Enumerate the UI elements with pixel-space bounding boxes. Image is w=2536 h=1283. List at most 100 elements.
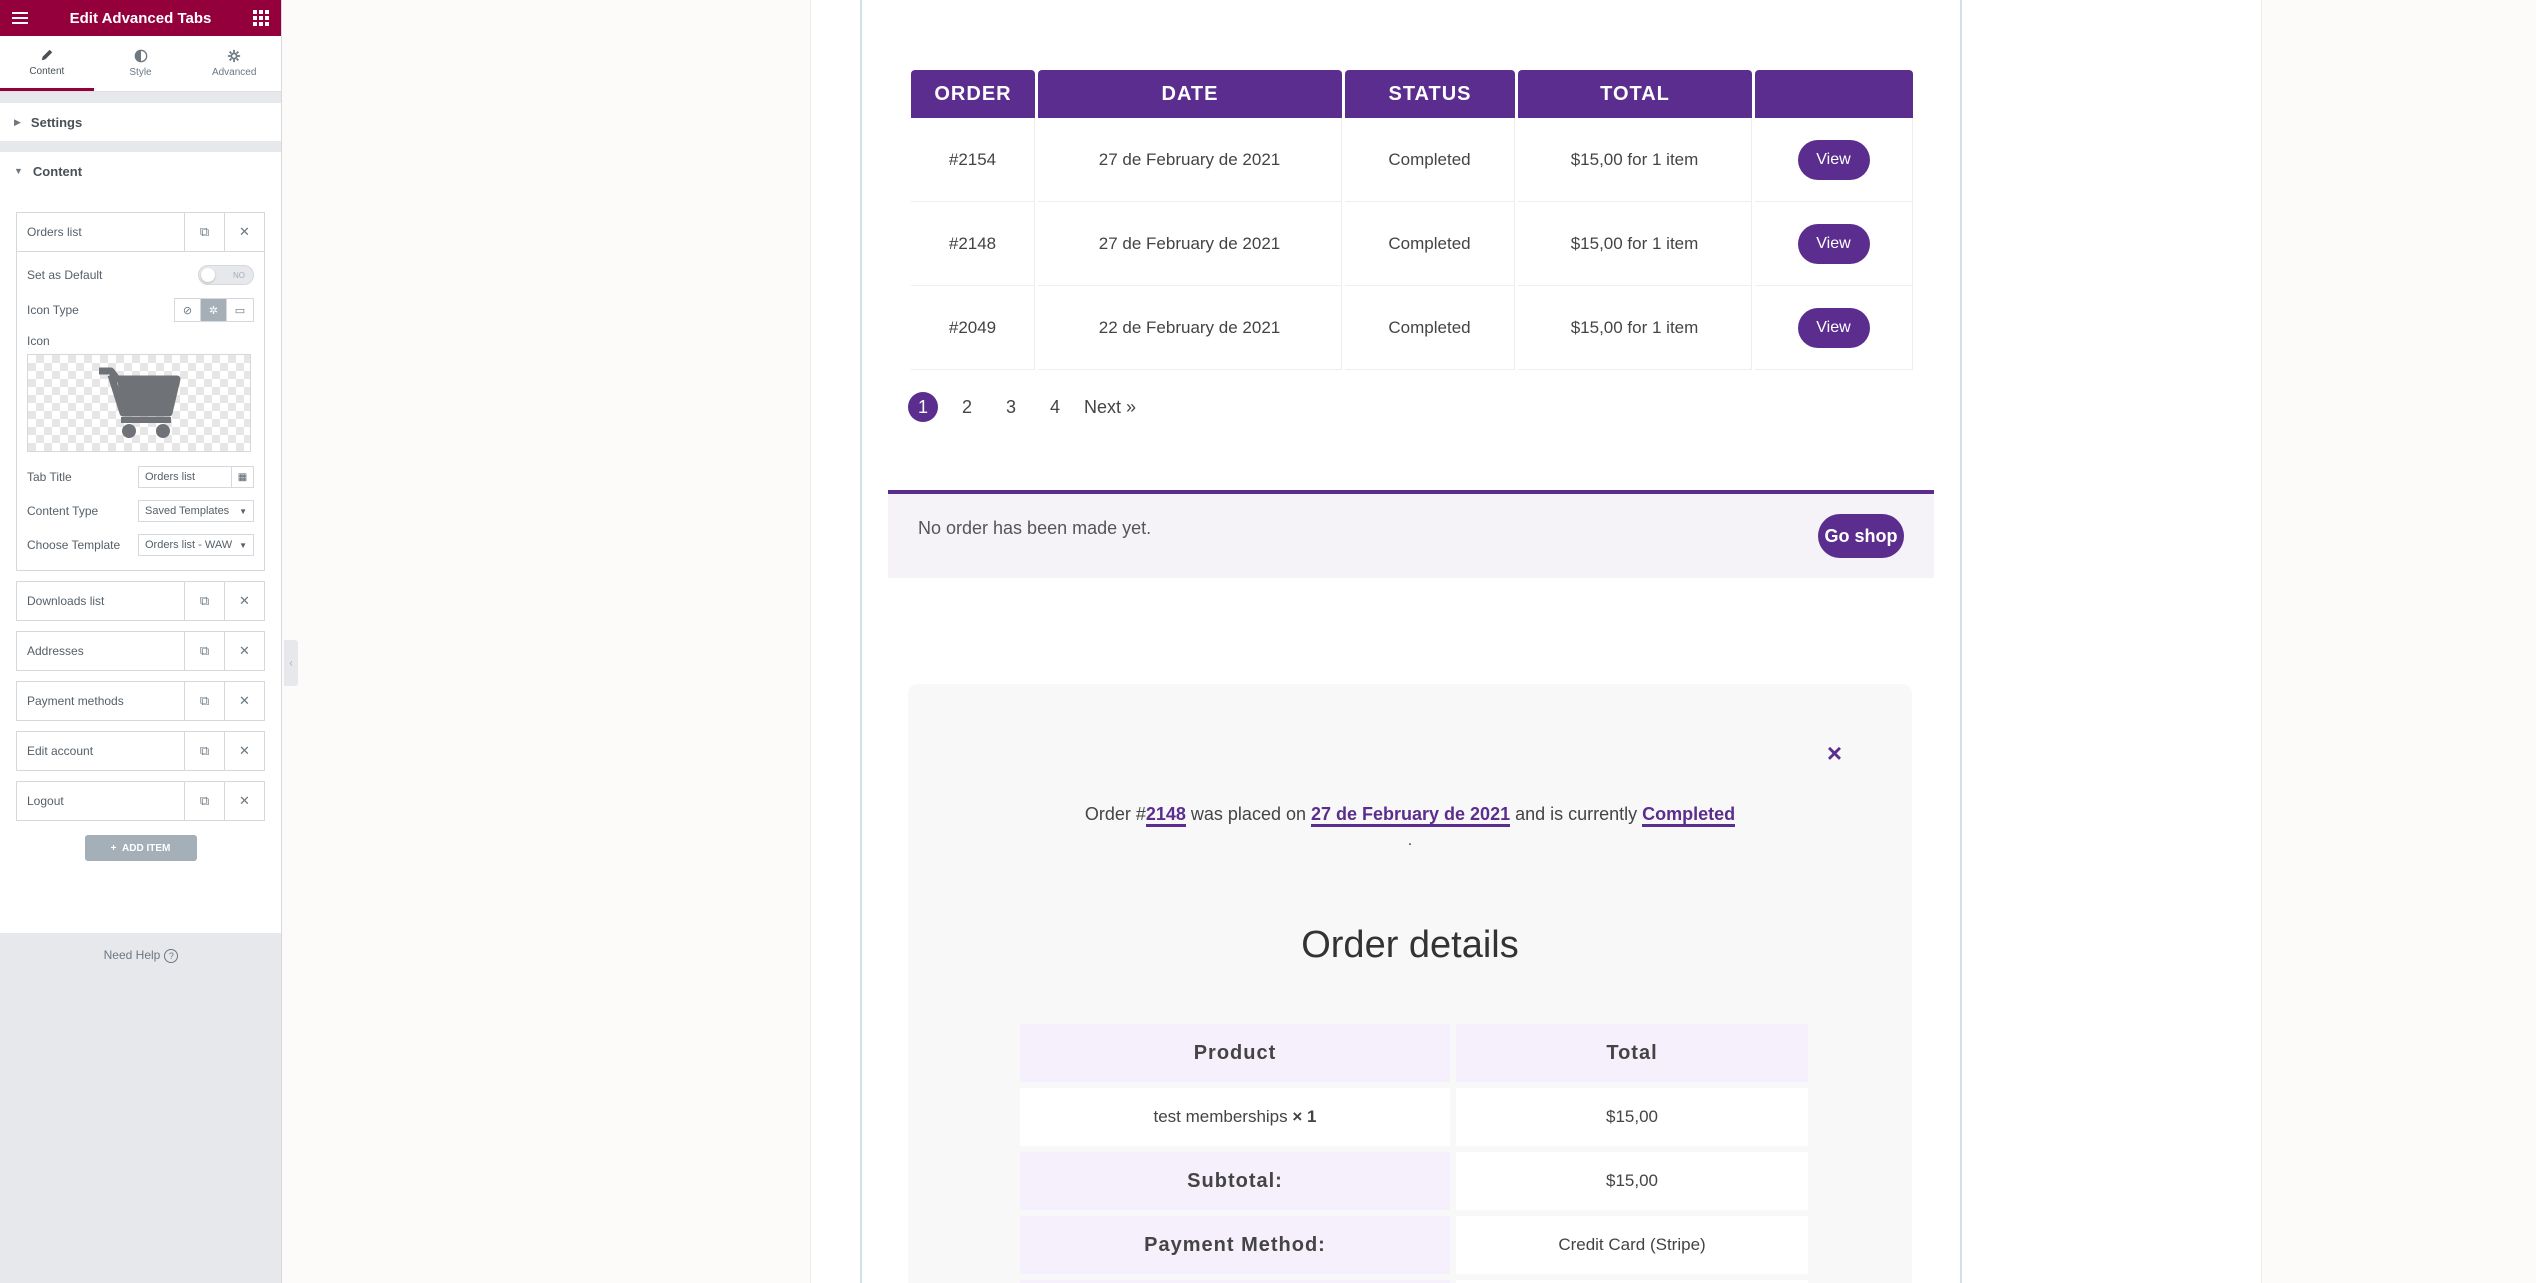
orders-header-row: ORDER DATE STATUS TOTAL [911, 70, 1913, 118]
toggle-text: NO [233, 271, 245, 280]
panel-title: Edit Advanced Tabs [69, 9, 212, 27]
panel-tabs: Content Style Advanced [0, 36, 281, 92]
section-content[interactable]: ▼ Content [0, 152, 281, 190]
section-content-label: Content [32, 163, 83, 179]
notice-message: No order has been made yet. [918, 517, 1152, 538]
repeater-item-label[interactable]: Payment methods [17, 682, 184, 720]
order-status-highlight: Completed [1642, 804, 1736, 827]
close-icon[interactable]: ✕ [224, 782, 264, 820]
icon-row: Icon [27, 334, 254, 348]
pencil-icon [41, 49, 53, 60]
preview-canvas: ORDER DATE STATUS TOTAL #2154 27 de Febr… [300, 0, 2536, 1283]
menu-icon[interactable] [12, 12, 28, 24]
caret-right-icon: ▶ [14, 116, 21, 127]
order-line-prefix: Order # [1084, 804, 1146, 824]
content-type-select[interactable]: Saved Templates ▼ [138, 500, 254, 522]
choose-template-value: Orders list - WAW [145, 539, 233, 551]
duplicate-icon[interactable]: ⧉ [184, 582, 224, 620]
page-2[interactable]: 2 [952, 392, 982, 422]
tab-content[interactable]: Content [0, 36, 94, 91]
table-row: #2148 27 de February de 2021 Completed $… [911, 202, 1913, 286]
section-settings-label: Settings [30, 114, 83, 130]
need-help-link[interactable]: Need Help? [0, 948, 282, 963]
tab-advanced-label: Advanced [211, 67, 257, 78]
duplicate-icon[interactable]: ⧉ [184, 213, 224, 251]
order-number[interactable]: #2154 [911, 118, 1035, 202]
section-settings[interactable]: ▶ Settings [0, 103, 281, 141]
no-orders-notice: No order has been made yet. Go shop [888, 490, 1934, 578]
view-order-button[interactable]: View [1797, 307, 1870, 348]
tab-style[interactable]: Style [94, 36, 188, 91]
image-icon[interactable]: ▭ [227, 299, 253, 321]
table-row: Payment Method: Credit Card (Stripe) [1020, 1216, 1808, 1274]
plus-icon: + [110, 842, 123, 854]
dynamic-tags-icon[interactable]: ▦ [231, 467, 253, 487]
go-shop-button[interactable]: Go shop [1818, 514, 1904, 558]
close-icon[interactable]: ✕ [224, 582, 264, 620]
order-summary-line: Order #2148 was placed on 27 de February… [908, 804, 1912, 827]
repeater-item-label[interactable]: Addresses [17, 632, 184, 670]
choose-template-select[interactable]: Orders list - WAW ▼ [138, 534, 254, 556]
payment-method-value: Credit Card (Stripe) [1456, 1216, 1808, 1274]
payment-method-label: Payment Method: [1020, 1216, 1450, 1274]
repeater-item: Logout ⧉ ✕ [16, 781, 265, 821]
repeater-item-label[interactable]: Logout [17, 782, 184, 820]
col-date: DATE [1038, 70, 1342, 118]
order-actions: View [1755, 202, 1913, 286]
repeater-item: Addresses ⧉ ✕ [16, 631, 265, 671]
order-line-text: was placed on [1185, 804, 1311, 824]
col-product: Product [1020, 1024, 1450, 1082]
page-4[interactable]: 4 [1040, 392, 1070, 422]
close-icon[interactable]: ✕ [224, 732, 264, 770]
duplicate-icon[interactable]: ⧉ [184, 682, 224, 720]
col-total: TOTAL [1518, 70, 1752, 118]
order-number[interactable]: #2049 [911, 286, 1035, 370]
orders-table: ORDER DATE STATUS TOTAL #2154 27 de Febr… [908, 70, 1916, 370]
order-date-highlight: 27 de February de 2021 [1310, 804, 1511, 827]
order-details-table: Product Total test memberships × 1 $15,0… [1014, 1018, 1814, 1283]
view-order-button[interactable]: View [1797, 223, 1870, 264]
add-item-button[interactable]: + ADD ITEM [84, 835, 197, 861]
panel-collapse-handle[interactable]: ‹ [284, 640, 298, 686]
order-details-title: Order details [1301, 924, 1519, 966]
icon-picker-preview[interactable] [27, 354, 251, 452]
set-default-row: Set as Default NO [27, 264, 254, 286]
close-icon[interactable]: ✕ [224, 213, 264, 251]
order-number-highlight: 2148 [1145, 804, 1186, 827]
repeater-item-orders: Orders list ⧉ ✕ [16, 212, 265, 252]
duplicate-icon[interactable]: ⧉ [184, 732, 224, 770]
ban-icon[interactable]: ⊘ [175, 299, 201, 321]
product-cell: test memberships × 1 [1020, 1088, 1450, 1146]
view-order-button[interactable]: View [1797, 139, 1870, 180]
chevron-down-icon: ▼ [239, 540, 247, 550]
repeater-item-label[interactable]: Orders list [17, 213, 184, 251]
order-line-text: and is currently [1510, 804, 1643, 824]
add-item-label: ADD ITEM [122, 842, 171, 854]
table-row: #2049 22 de February de 2021 Completed $… [911, 286, 1913, 370]
order-number[interactable]: #2148 [911, 202, 1035, 286]
order-date: 27 de February de 2021 [1038, 118, 1342, 202]
duplicate-icon[interactable]: ⧉ [184, 782, 224, 820]
tab-title-value: Orders list [145, 471, 196, 483]
duplicate-icon[interactable]: ⧉ [184, 632, 224, 670]
choose-template-row: Choose Template Orders list - WAW ▼ [27, 534, 254, 556]
tab-advanced[interactable]: Advanced [187, 36, 281, 91]
set-default-toggle[interactable]: NO [198, 265, 254, 285]
page-1: 1 [908, 392, 938, 422]
repeater-item-label[interactable]: Downloads list [17, 582, 184, 620]
repeater-item-label[interactable]: Edit account [17, 732, 184, 770]
close-icon[interactable]: × [1827, 738, 1842, 769]
product-name[interactable]: test memberships [1153, 1107, 1287, 1126]
widgets-grid-icon[interactable] [252, 10, 269, 26]
tab-title-row: Tab Title Orders list ▦ [27, 466, 254, 488]
repeater-item: Edit account ⧉ ✕ [16, 731, 265, 771]
order-status: Completed [1345, 118, 1515, 202]
need-help-label: Need Help [103, 948, 161, 962]
tab-title-input[interactable]: Orders list ▦ [138, 466, 254, 488]
subtotal-label: Subtotal: [1020, 1152, 1450, 1210]
close-icon[interactable]: ✕ [224, 682, 264, 720]
next-page-link[interactable]: Next » [1084, 397, 1136, 418]
close-icon[interactable]: ✕ [224, 632, 264, 670]
star-gear-icon[interactable]: ✲ [201, 299, 227, 321]
page-3[interactable]: 3 [996, 392, 1026, 422]
